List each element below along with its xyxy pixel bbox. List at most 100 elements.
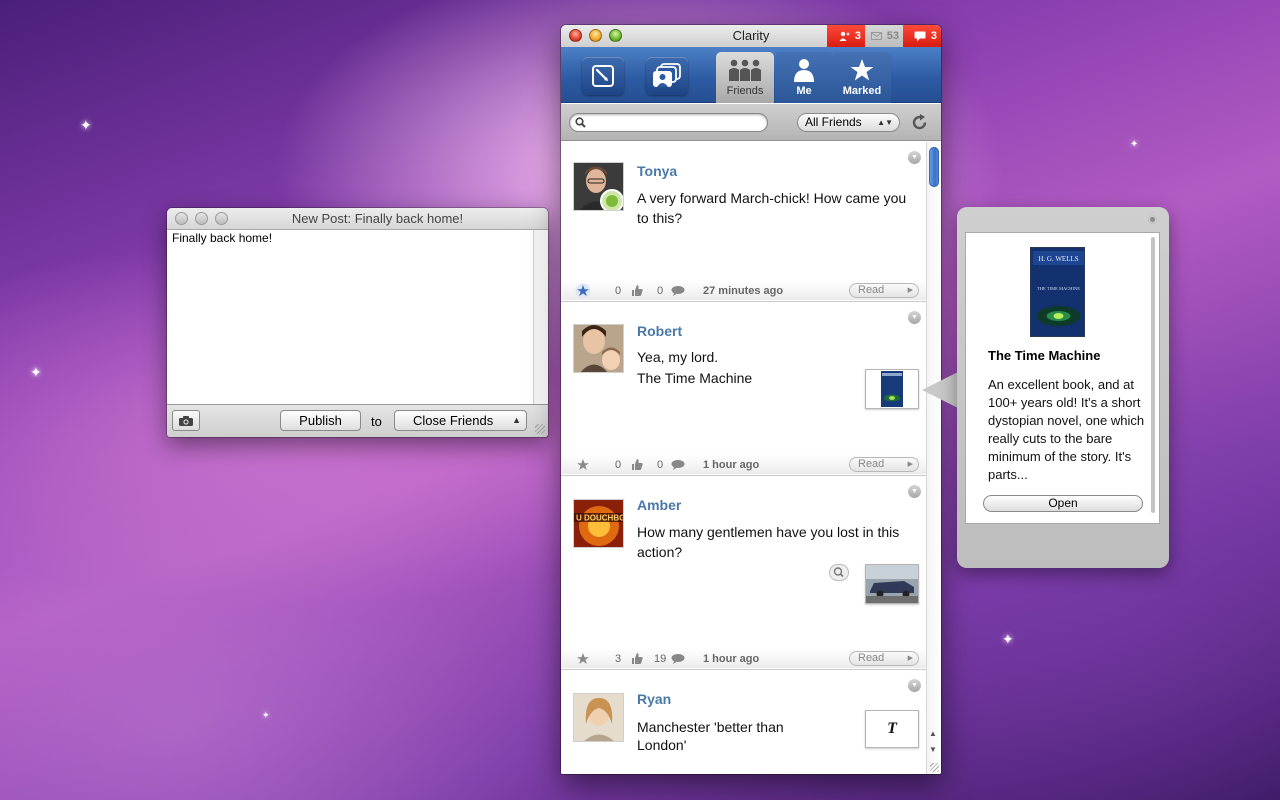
post-text: Manchester 'better than London': [637, 717, 797, 755]
minimize-button[interactable]: [195, 212, 208, 225]
feed-scrollbar[interactable]: ▲ ▼: [926, 142, 941, 774]
play-arrow-icon: ▶: [907, 461, 913, 468]
to-label: to: [371, 414, 382, 429]
resize-grip[interactable]: [930, 763, 939, 772]
feed-post[interactable]: ▼ Tonya A very forward March-chick! How …: [561, 142, 926, 302]
post-options-button[interactable]: ▼: [908, 485, 921, 498]
attachment-thumbnail[interactable]: [865, 564, 919, 604]
post-author[interactable]: Amber: [637, 497, 681, 513]
post-text-line: How many gentlemen have you lost in this: [637, 524, 900, 540]
comment-count: 0: [657, 459, 664, 471]
popover-content: H. G. WELLS THE TIME MACHINE The Time Ma…: [965, 232, 1160, 524]
popover-close-button[interactable]: [1148, 215, 1157, 224]
scroll-down-arrow[interactable]: ▼: [929, 745, 937, 754]
post-author[interactable]: Tonya: [637, 163, 677, 179]
feed-post[interactable]: ▼ U DOUCHBG Amber How many gentlemen hav…: [561, 476, 926, 670]
avatar[interactable]: [573, 324, 624, 373]
filter-value: All Friends: [805, 115, 862, 129]
tab-me[interactable]: Me: [775, 52, 833, 103]
tab-marked[interactable]: Marked: [833, 52, 891, 103]
tab-me-label: Me: [796, 85, 812, 97]
popover-scrollbar[interactable]: [1151, 237, 1155, 513]
like-icon[interactable]: [631, 285, 643, 296]
search-icon: [575, 117, 586, 128]
scroll-up-arrow[interactable]: ▲: [929, 729, 937, 738]
read-button[interactable]: Read ▶: [849, 457, 919, 472]
star-icon: [850, 59, 874, 81]
refresh-icon: [912, 114, 927, 130]
read-button[interactable]: Read ▶: [849, 651, 919, 666]
popover-title: The Time Machine: [988, 348, 1101, 363]
popover-description: An excellent book, and at 100+ years old…: [988, 377, 1145, 482]
resize-grip[interactable]: [535, 424, 545, 434]
book-cover[interactable]: H. G. WELLS THE TIME MACHINE: [1030, 247, 1085, 337]
car-photo-icon: [866, 565, 918, 603]
like-count: 0: [615, 285, 622, 297]
avatar[interactable]: U DOUCHBG: [573, 499, 624, 548]
post-options-button[interactable]: ▼: [908, 151, 921, 164]
new-post-titlebar[interactable]: New Post: Finally back home!: [167, 208, 548, 230]
chat-badge[interactable]: 3: [903, 25, 941, 47]
svg-text:U DOUCHBG: U DOUCHBG: [576, 514, 624, 523]
post-content[interactable]: Finally back home!: [167, 230, 548, 246]
starred-icon[interactable]: [575, 283, 591, 299]
messages-badge[interactable]: 53: [865, 25, 903, 47]
background-star: ✦: [1002, 631, 1014, 647]
compose-icon: [592, 65, 614, 87]
zoom-icon[interactable]: [829, 564, 849, 581]
clarity-titlebar[interactable]: Clarity 3 53 3: [561, 25, 941, 47]
refresh-button[interactable]: [910, 113, 929, 132]
post-author[interactable]: Robert: [637, 323, 682, 339]
star-icon[interactable]: [575, 651, 591, 667]
comment-icon[interactable]: [671, 460, 685, 470]
person-icon: [794, 59, 814, 82]
post-text-area[interactable]: Finally back home!: [167, 230, 548, 404]
post-text: How many gentlemen have you lost in this…: [637, 522, 922, 562]
comment-icon[interactable]: [671, 654, 685, 664]
post-text-scrollbar[interactable]: [533, 230, 548, 404]
contacts-icon: [653, 63, 681, 87]
new-post-footer: Publish to Close Friends ▲: [167, 404, 548, 437]
post-meta: 0 0 27 minutes ago Read ▶: [561, 282, 926, 300]
attachment-thumbnail[interactable]: T: [865, 710, 919, 748]
like-icon[interactable]: [631, 459, 643, 470]
feed-post[interactable]: ▼ Ryan Manchester 'better than London' T: [561, 670, 926, 774]
post-meta: 3 19 1 hour ago Read ▶: [561, 650, 926, 668]
camera-icon: [179, 416, 193, 426]
publish-button[interactable]: Publish: [280, 410, 361, 431]
post-options-button[interactable]: ▼: [908, 679, 921, 692]
like-count: 3: [615, 653, 622, 665]
tab-friends[interactable]: Friends: [716, 52, 774, 103]
friend-requests-badge[interactable]: 3: [827, 25, 865, 47]
scroll-thumb[interactable]: [929, 147, 939, 187]
search-input[interactable]: [588, 115, 763, 130]
mail-icon: [870, 32, 882, 40]
attachment-thumbnail[interactable]: [865, 369, 919, 409]
contacts-button[interactable]: [646, 57, 688, 95]
read-button[interactable]: Read ▶: [849, 283, 919, 298]
camera-button[interactable]: [172, 410, 200, 431]
clarity-window: Clarity 3 53 3 Friends Me Marked All Fri…: [561, 25, 941, 774]
comment-icon[interactable]: [671, 286, 685, 296]
post-author[interactable]: Ryan: [637, 691, 671, 707]
zoom-button[interactable]: [215, 212, 228, 225]
like-icon[interactable]: [631, 653, 643, 664]
search-field[interactable]: [569, 113, 768, 132]
post-text-line: Yea, my lord.: [637, 349, 719, 365]
close-button[interactable]: [175, 212, 188, 225]
compose-button[interactable]: [582, 57, 624, 95]
post-text-line: A very forward March-chick! How came you: [637, 190, 907, 206]
post-text-line: action?: [637, 544, 683, 560]
star-icon[interactable]: [575, 457, 591, 473]
avatar[interactable]: [573, 693, 624, 742]
feed-post[interactable]: ▼ Robert Yea, my lord. The Time Machine …: [561, 302, 926, 476]
play-arrow-icon: ▶: [907, 287, 913, 294]
post-time: 1 hour ago: [703, 459, 760, 471]
open-button[interactable]: Open: [983, 495, 1143, 512]
select-arrows-icon: ▲: [512, 415, 521, 425]
post-options-button[interactable]: ▼: [908, 311, 921, 324]
audience-select[interactable]: Close Friends ▲: [394, 410, 527, 431]
chat-count: 3: [930, 30, 937, 42]
friends-filter-select[interactable]: All Friends ▲▼: [797, 113, 900, 132]
avatar[interactable]: [573, 162, 624, 211]
